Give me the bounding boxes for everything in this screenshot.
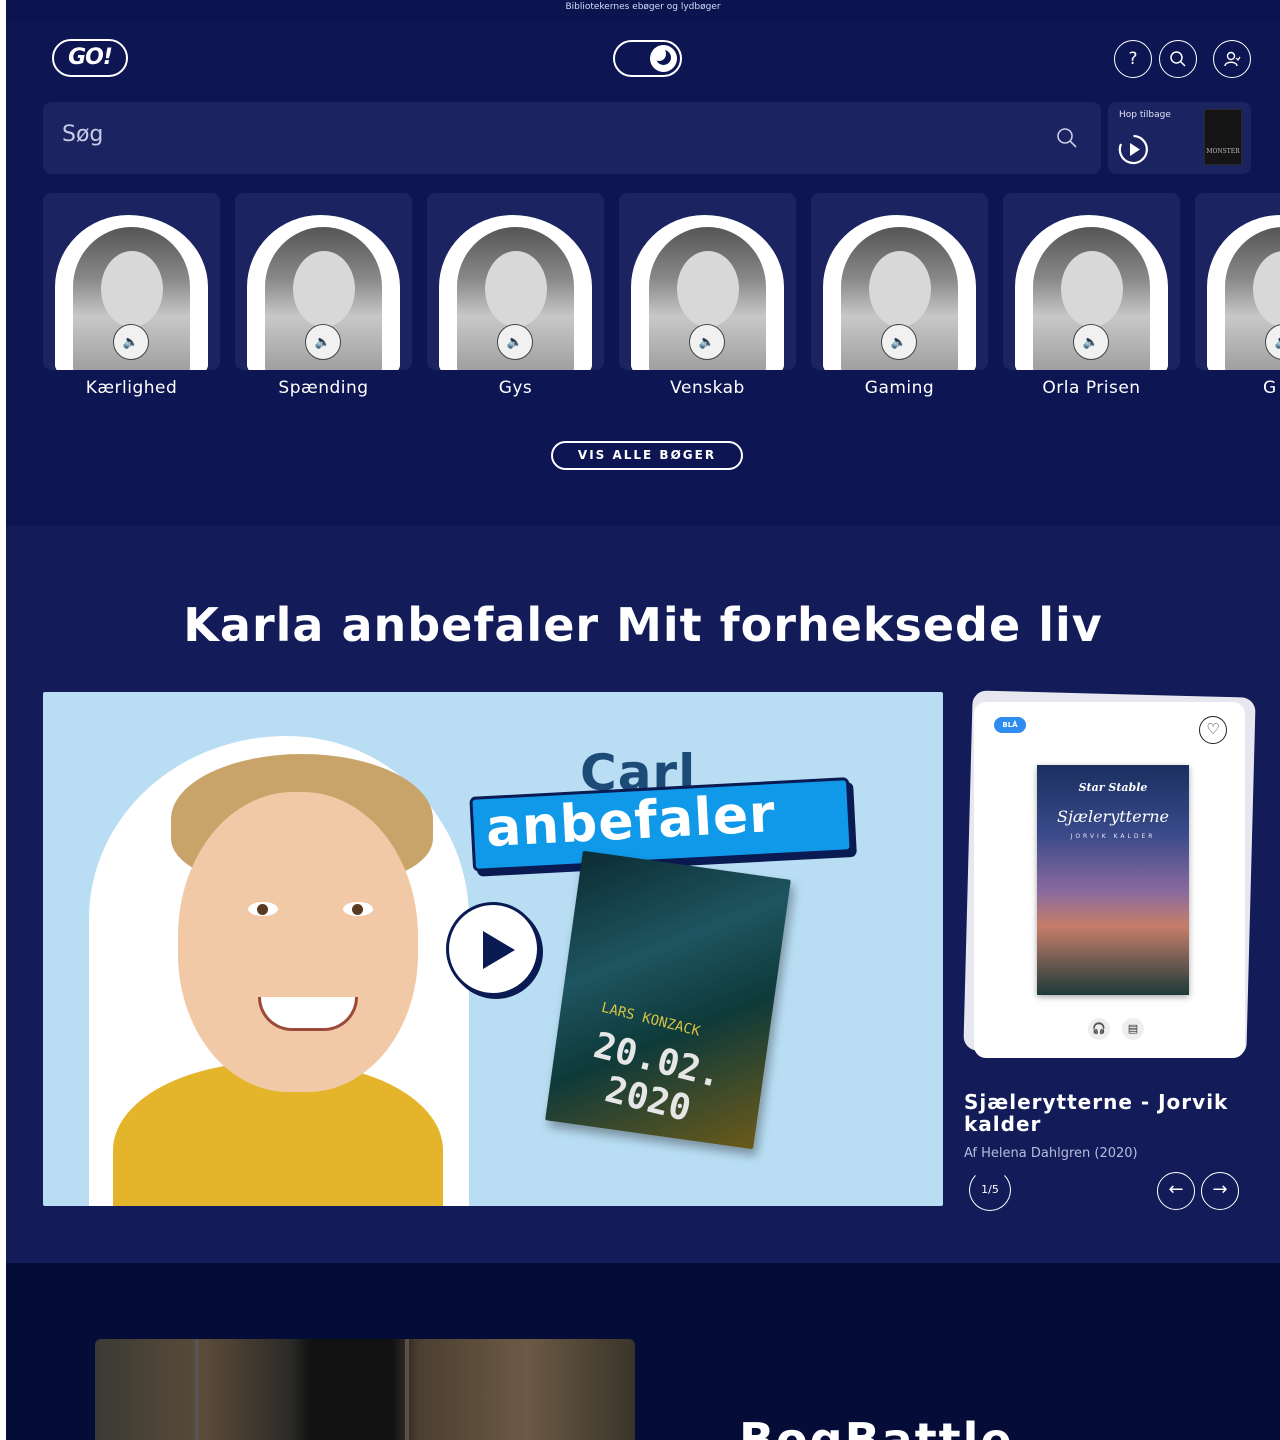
ebook-icon: ▤ xyxy=(1122,1018,1144,1040)
book-cover[interactable]: Star Stable Sjælerytterne JORVIK KALDER xyxy=(1037,765,1189,995)
boy-eye xyxy=(343,902,373,916)
category-tile[interactable]: 🔈 Kærlighed xyxy=(43,193,220,398)
sound-icon[interactable]: 🔈 xyxy=(305,324,341,360)
category-image: 🔈 xyxy=(43,193,220,370)
recommendation-video[interactable]: Carl anbefaler LARS KONZACK 20.02. 2020 xyxy=(43,692,943,1206)
book-card[interactable]: BLÅ ♡ Star Stable Sjælerytterne JORVIK K… xyxy=(963,690,1256,1062)
cover-subtitle: JORVIK KALDER xyxy=(1070,833,1156,840)
card-front[interactable]: BLÅ ♡ Star Stable Sjælerytterne JORVIK K… xyxy=(974,702,1245,1058)
sound-icon[interactable]: 🔈 xyxy=(497,324,533,360)
sound-icon[interactable]: 🔈 xyxy=(881,324,917,360)
category-label: Orla Prisen xyxy=(1042,378,1141,398)
moon-icon xyxy=(652,47,671,65)
search-icon xyxy=(1170,51,1186,67)
level-badge: BLÅ xyxy=(994,717,1026,733)
top-banner-text: Bibliotekernes ebøger og lydbøger xyxy=(565,2,721,12)
category-image: 🔈 xyxy=(235,193,412,370)
search-button[interactable] xyxy=(1159,40,1197,78)
category-label: Gaming xyxy=(864,378,935,398)
headphones-icon: 🎧 xyxy=(1088,1018,1110,1040)
battle-section: BogBattle xyxy=(6,1263,1280,1440)
category-image: 🔈 xyxy=(427,193,604,370)
heart-icon[interactable]: ♡ xyxy=(1199,716,1227,744)
video-book-cover: LARS KONZACK 20.02. 2020 xyxy=(545,850,791,1150)
battle-photo xyxy=(95,1339,635,1440)
battle-title: BogBattle xyxy=(739,1413,1014,1440)
resume-book-cover[interactable]: MONSTER xyxy=(1204,109,1242,165)
user-button[interactable] xyxy=(1213,40,1251,78)
category-tile[interactable]: 🔈 Gaming xyxy=(811,193,988,398)
book-title[interactable]: Sjælerytterne - Jorvik kalder xyxy=(964,1091,1264,1135)
video-heading-tag: anbefaler xyxy=(484,784,778,860)
category-tile[interactable]: 🔈 Orla Prisen xyxy=(1003,193,1180,398)
cover-title: Sjælerytterne xyxy=(1057,807,1169,826)
search-bar[interactable]: Søg xyxy=(43,102,1101,174)
category-image: 🔈 xyxy=(619,193,796,370)
cover-brand: Star Stable xyxy=(1078,781,1148,794)
header-section: GO! ? Søg Hop tilbage MONSTER 🔈 Kærlighe… xyxy=(6,22,1280,526)
video-book-title: 20.02. 2020 xyxy=(580,1025,726,1135)
video-heading-band: anbefaler xyxy=(469,777,853,872)
category-tile[interactable]: 🔈 Spænding xyxy=(235,193,412,398)
sound-icon[interactable]: 🔈 xyxy=(113,324,149,360)
resume-cover-title: MONSTER xyxy=(1206,148,1240,155)
sound-icon[interactable]: 🔈 xyxy=(1073,324,1109,360)
play-icon[interactable] xyxy=(446,902,540,996)
resume-label: Hop tilbage xyxy=(1119,110,1171,120)
arrow-right-icon[interactable]: → xyxy=(1201,1172,1239,1210)
category-label: G xyxy=(1263,378,1277,398)
help-icon: ? xyxy=(1128,49,1138,69)
user-icon xyxy=(1224,51,1241,67)
category-tile[interactable]: 🔈 G xyxy=(1195,193,1280,398)
help-button[interactable]: ? xyxy=(1114,40,1152,78)
search-icon[interactable] xyxy=(1055,126,1079,150)
recommendation-section: Karla anbefaler Mit forheksede liv Carl … xyxy=(6,526,1280,1263)
boy-eye xyxy=(248,902,278,916)
arrow-left-icon[interactable]: ← xyxy=(1157,1172,1195,1210)
category-tile[interactable]: 🔈 Venskab xyxy=(619,193,796,398)
category-label: Gys xyxy=(498,378,533,398)
search-input[interactable]: Søg xyxy=(62,122,103,147)
show-all-books-button[interactable]: VIS ALLE BØGER xyxy=(551,441,743,470)
top-banner: Bibliotekernes ebøger og lydbøger xyxy=(6,0,1280,22)
category-label: Venskab xyxy=(670,378,745,398)
book-author: Af Helena Dahlgren (2020) xyxy=(964,1146,1138,1161)
resume-widget[interactable]: Hop tilbage MONSTER xyxy=(1108,102,1251,174)
page: Bibliotekernes ebøger og lydbøger GO! ? … xyxy=(6,0,1280,1440)
carousel-counter: 1/5 xyxy=(969,1169,1011,1211)
dark-mode-toggle[interactable] xyxy=(613,40,682,77)
category-tile[interactable]: 🔈 Gys xyxy=(427,193,604,398)
recommendation-title: Karla anbefaler Mit forheksede liv xyxy=(183,598,1103,652)
category-label: Spænding xyxy=(278,378,369,398)
category-image: 🔈 xyxy=(1003,193,1180,370)
category-label: Kærlighed xyxy=(85,378,178,398)
boy-face xyxy=(178,792,418,1092)
sound-icon[interactable]: 🔈 xyxy=(689,324,725,360)
category-row: 🔈 Kærlighed 🔈 Spænding 🔈 Gys 🔈 Venskab 🔈… xyxy=(43,193,1280,413)
go-logo[interactable]: GO! xyxy=(52,39,128,77)
category-image: 🔈 xyxy=(1195,193,1280,370)
resume-play-icon[interactable] xyxy=(1117,133,1150,166)
category-image: 🔈 xyxy=(811,193,988,370)
